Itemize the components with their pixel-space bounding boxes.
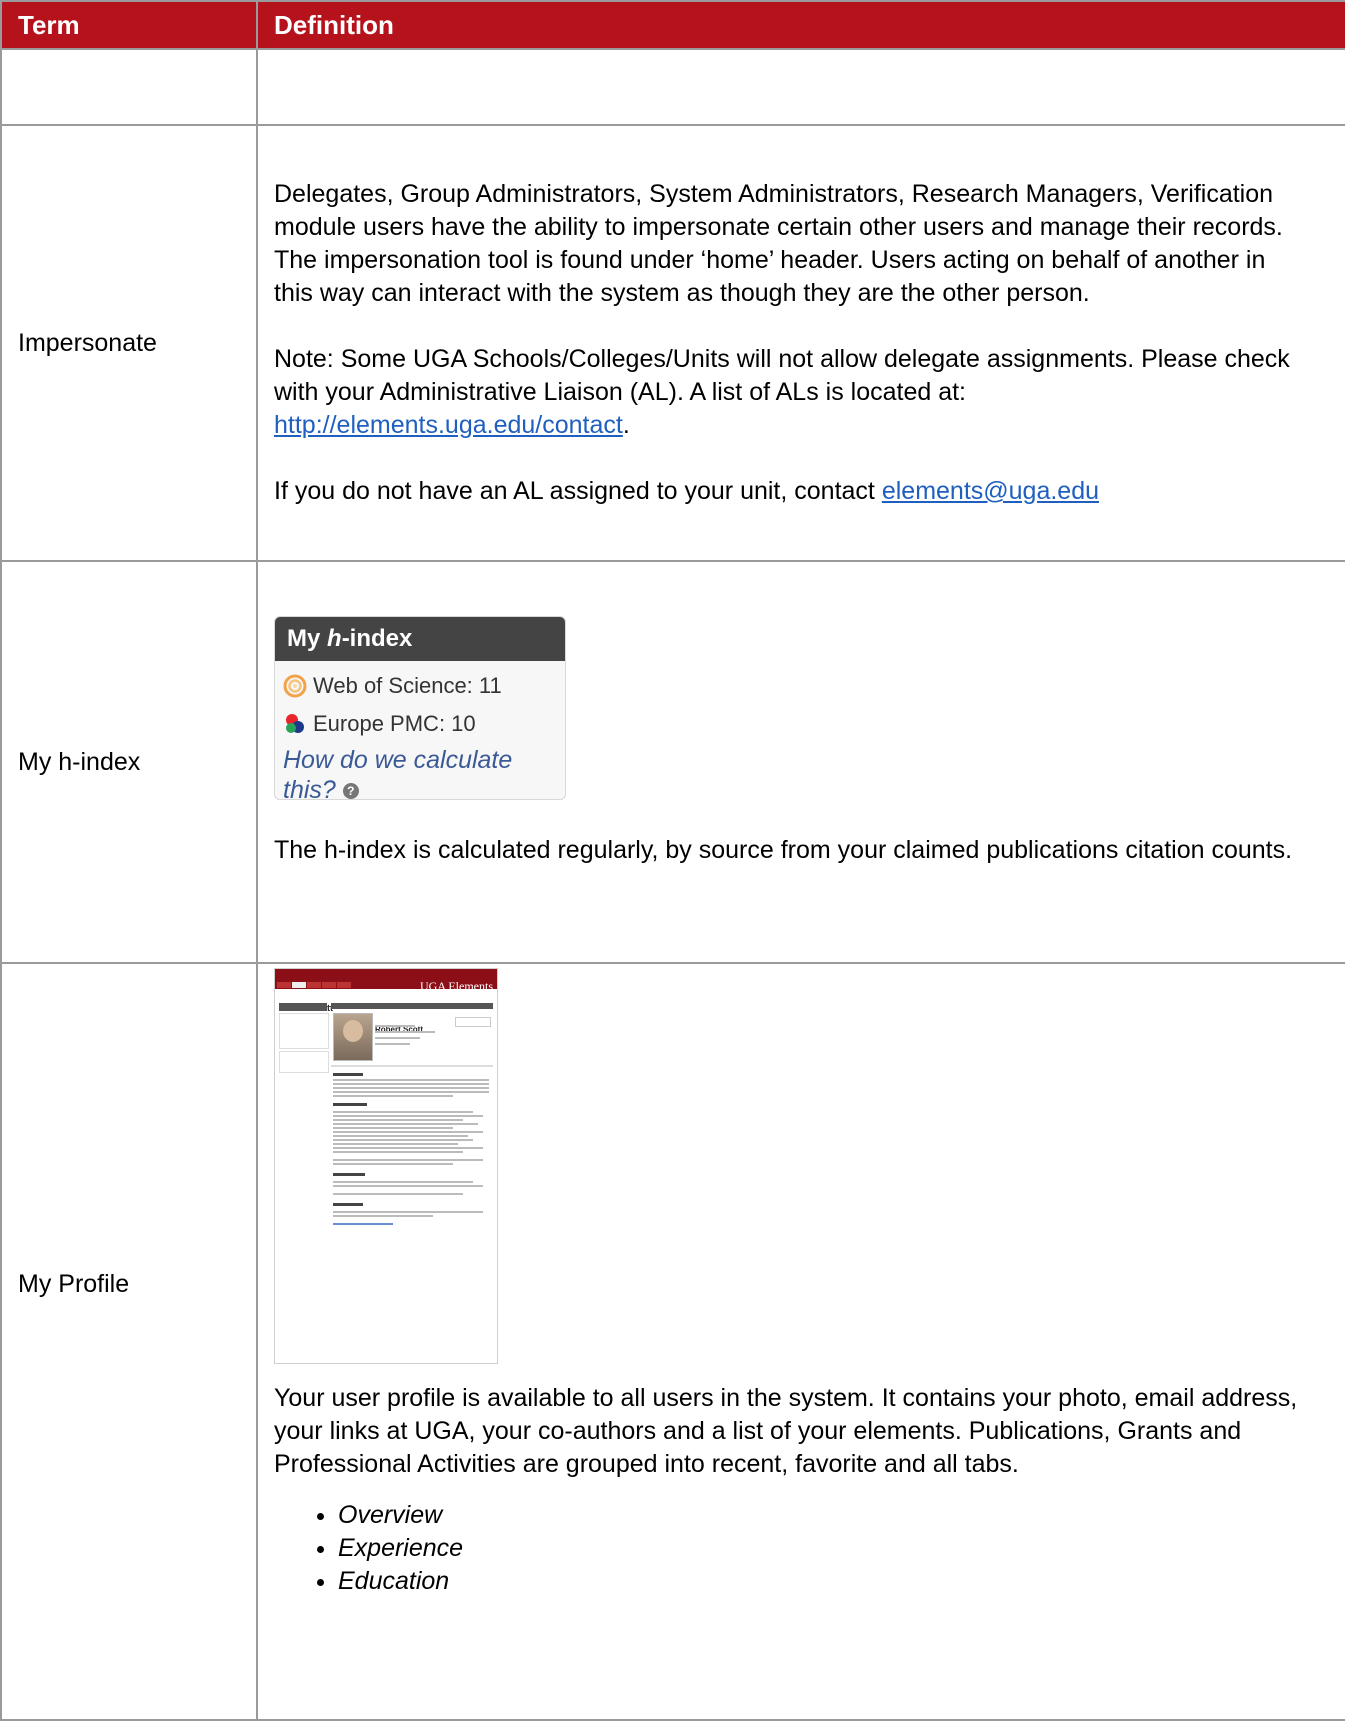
table-row-profile: My Profile UGA Elements Robert Scott Rob…	[0, 962, 1345, 1721]
impersonate-paragraph-1: Delegates, Group Administrators, System …	[274, 180, 1283, 307]
profile-screenshot: UGA Elements Robert Scott Robert Scott	[274, 968, 498, 1364]
help-icon: ?	[342, 782, 359, 799]
profile-description: Your user profile is available to all us…	[274, 1384, 1298, 1478]
term-column-header: Term	[0, 0, 258, 50]
uga-elements-logo: UGA Elements	[420, 979, 493, 993]
profile-card-name: Robert Scott	[375, 1025, 423, 1034]
definition-hindex: My h-index Web of Science: 11 Europe PMC…	[256, 560, 1345, 964]
calculation-help-link[interactable]: How do we calculate this? ?	[275, 745, 565, 799]
term-cell	[0, 48, 258, 126]
definition-profile: UGA Elements Robert Scott Robert Scott	[256, 962, 1345, 1721]
profile-sections-list: Overview Experience Education	[274, 1499, 1305, 1598]
wos-row: Web of Science: 11	[275, 667, 565, 705]
contact-link[interactable]: http://elements.uga.edu/contact	[274, 411, 623, 439]
header-row: Term Definition	[0, 0, 1345, 50]
definition-cell	[256, 48, 1345, 126]
profile-photo	[333, 1013, 373, 1061]
term-hindex: My h-index	[0, 560, 258, 964]
impersonate-note-text: Note: Some UGA Schools/Colleges/Units wi…	[274, 345, 1290, 406]
definition-column-header: Definition	[256, 0, 1345, 50]
hindex-description: The h-index is calculated regularly, by …	[274, 835, 1293, 864]
term-impersonate: Impersonate	[0, 124, 258, 562]
europe-pmc-icon	[286, 713, 304, 733]
glossary-table: Term Definition Impersonate Delegates, G…	[0, 0, 1345, 1721]
h-index-widget-title: My h-index	[275, 616, 565, 661]
table-row-empty	[0, 48, 1345, 126]
pmc-count: Europe PMC: 10	[313, 711, 476, 736]
list-item: Overview	[338, 1499, 1305, 1532]
email-link[interactable]: elements@uga.edu	[882, 477, 1099, 505]
h-index-widget: My h-index Web of Science: 11 Europe PMC…	[274, 615, 566, 800]
definition-impersonate: Delegates, Group Administrators, System …	[256, 124, 1345, 562]
note-period: .	[622, 411, 630, 439]
term-profile: My Profile	[0, 962, 258, 1721]
list-item: Experience	[338, 1532, 1305, 1565]
web-of-science-icon	[283, 674, 307, 697]
table-row-impersonate: Impersonate Delegates, Group Administrat…	[0, 124, 1345, 562]
table-row-hindex: My h-index My h-index Web of Science: 11	[0, 560, 1345, 964]
wos-count: Web of Science: 11	[313, 673, 502, 698]
pmc-row: Europe PMC: 10	[275, 705, 565, 743]
list-item: Education	[338, 1565, 1305, 1598]
contact-text: If you do not have an AL assigned to you…	[274, 477, 875, 505]
impersonate-paragraph-3: If you do not have an AL assigned to you…	[274, 475, 1305, 508]
impersonate-paragraph-2: Note: Some UGA Schools/Colleges/Units wi…	[274, 343, 1305, 442]
